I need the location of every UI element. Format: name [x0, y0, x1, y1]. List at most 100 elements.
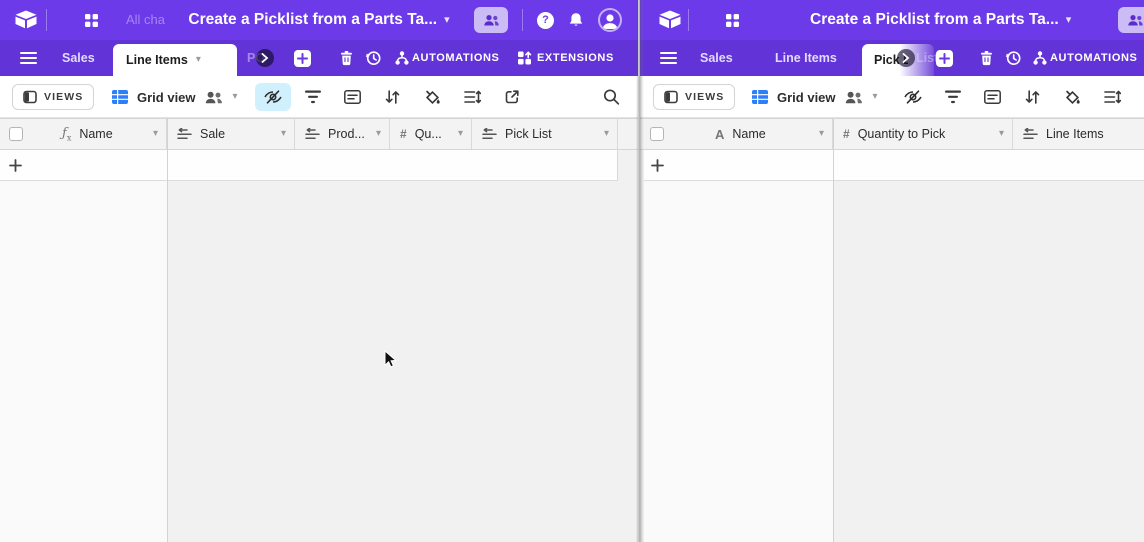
tab-line-items-active[interactable]: Line Items ▾ — [113, 44, 237, 76]
chevron-down-icon[interactable]: ▾ — [819, 129, 824, 139]
plus-icon — [939, 53, 950, 64]
column-label: Name — [79, 127, 112, 141]
chevron-down-icon[interactable]: ▾ — [999, 129, 1004, 139]
view-switcher[interactable]: Grid view ▾ — [752, 76, 878, 118]
group-icon[interactable] — [344, 76, 361, 118]
add-table-button[interactable] — [936, 40, 953, 76]
frozen-column-divider[interactable] — [167, 118, 168, 542]
column-header-name[interactable]: ƒx Name ▾ — [0, 119, 167, 149]
scroll-tabs-right-button[interactable] — [897, 49, 915, 67]
share-collaborators-button[interactable] — [1118, 7, 1144, 33]
column-header-picklist[interactable]: Pick List ▾ — [472, 119, 618, 149]
row-height-icon[interactable] — [464, 76, 481, 118]
column-header-sale[interactable]: Sale ▾ — [167, 119, 295, 149]
linked-record-icon — [482, 128, 497, 140]
grid-view-icon — [752, 90, 768, 104]
person-icon — [601, 12, 619, 30]
chevron-down-icon[interactable]: ▾ — [376, 129, 381, 139]
column-header-quantity[interactable]: # Qu... ▾ — [390, 119, 472, 149]
sort-icon[interactable] — [1025, 76, 1040, 118]
divider — [688, 9, 689, 31]
column-header-row: A Name ▾ # Quantity to Pick ▾ Line Items… — [640, 118, 1144, 150]
search-icon[interactable] — [603, 76, 620, 118]
share-collaborators-button[interactable] — [474, 7, 508, 33]
automations-label[interactable]: AUTOMATIONS — [1050, 40, 1137, 76]
chevron-down-icon[interactable]: ▾ — [196, 55, 201, 65]
group-icon[interactable] — [984, 76, 1001, 118]
chevron-down-icon: ▾ — [233, 92, 238, 102]
view-toolbar: VIEWS Grid view ▾ — [640, 76, 1144, 118]
column-header-quantity-to-pick[interactable]: # Quantity to Pick ▾ — [833, 119, 1013, 149]
base-title: Create a Picklist from a Parts Ta... — [810, 11, 1059, 29]
view-name: Grid view — [137, 90, 196, 105]
add-table-button[interactable] — [294, 40, 311, 76]
chevron-down-icon: ▾ — [873, 92, 878, 102]
automations-icon[interactable] — [1032, 40, 1048, 76]
add-record-row[interactable] — [0, 150, 618, 181]
column-header-name[interactable]: A Name ▾ — [644, 119, 833, 149]
view-switcher[interactable]: Grid view ▾ — [112, 76, 238, 118]
automations-label[interactable]: AUTOMATIONS — [412, 40, 499, 76]
column-label: Line Items — [1046, 127, 1104, 141]
user-avatar[interactable] — [598, 8, 622, 32]
chevron-down-icon[interactable]: ▾ — [281, 129, 286, 139]
views-button[interactable]: VIEWS — [12, 84, 94, 110]
history-icon[interactable] — [1005, 40, 1022, 76]
select-all-checkbox[interactable] — [9, 127, 23, 141]
side-panel-icon — [23, 90, 37, 104]
tab-label-ghost: List — [916, 40, 938, 76]
sidebar-menu-icon[interactable] — [20, 40, 37, 76]
color-icon[interactable] — [1064, 76, 1081, 118]
plus-icon — [651, 159, 664, 172]
side-panel-icon — [664, 90, 678, 104]
help-icon[interactable]: ? — [537, 12, 554, 29]
automations-icon[interactable] — [394, 40, 410, 76]
share-view-icon[interactable] — [504, 76, 520, 118]
grid-body-frozen — [0, 181, 167, 542]
notifications-bell-icon[interactable] — [568, 12, 584, 28]
tab-line-items[interactable]: Line Items — [775, 40, 837, 76]
sidebar-menu-icon[interactable] — [660, 40, 677, 76]
window-left: All cha Create a Picklist from a Parts T… — [0, 0, 638, 542]
collaborators-icon — [845, 91, 864, 104]
row-height-icon[interactable] — [1104, 76, 1121, 118]
scroll-tabs-right-button[interactable] — [256, 49, 274, 67]
app-grid-icon[interactable] — [725, 13, 740, 28]
plus-icon — [9, 159, 22, 172]
base-title-control[interactable]: Create a Picklist from a Parts Ta... ▾ — [810, 0, 1071, 40]
text-icon: A — [715, 127, 724, 142]
column-label: Qu... — [415, 127, 442, 141]
color-icon[interactable] — [424, 76, 441, 118]
collaborators-icon — [205, 91, 224, 104]
filter-icon[interactable] — [305, 76, 321, 118]
tab-label: Line Items — [126, 53, 188, 67]
airtable-logo-icon[interactable] — [658, 10, 682, 30]
frozen-column-divider[interactable] — [833, 118, 834, 542]
trash-icon[interactable] — [339, 40, 354, 76]
column-label: Sale — [200, 127, 225, 141]
select-all-checkbox[interactable] — [650, 127, 664, 141]
extensions-icon[interactable] — [517, 40, 533, 76]
tab-sales[interactable]: Sales — [700, 40, 733, 76]
history-icon[interactable] — [365, 40, 382, 76]
plus-icon — [297, 53, 308, 64]
hide-fields-button-active[interactable] — [255, 83, 291, 111]
formula-icon: ƒx — [62, 126, 71, 143]
topbar-actions — [1118, 0, 1144, 40]
chevron-down-icon[interactable]: ▾ — [458, 129, 463, 139]
add-record-row[interactable] — [644, 150, 1144, 181]
column-header-line-items[interactable]: Line Items ▾ — [1013, 119, 1144, 149]
views-button[interactable]: VIEWS — [653, 84, 735, 110]
collaborators-icon — [483, 14, 500, 27]
hide-fields-icon[interactable] — [903, 76, 923, 118]
number-icon: # — [843, 127, 850, 141]
sort-icon[interactable] — [385, 76, 400, 118]
chevron-down-icon[interactable]: ▾ — [153, 129, 158, 139]
chevron-down-icon[interactable]: ▾ — [604, 129, 609, 139]
extensions-label[interactable]: EXTENSIONS — [537, 40, 614, 76]
tab-sales[interactable]: Sales — [62, 40, 95, 76]
column-header-product[interactable]: Prod... ▾ — [295, 119, 390, 149]
trash-icon[interactable] — [979, 40, 994, 76]
filter-icon[interactable] — [945, 76, 961, 118]
window-right: Create a Picklist from a Parts Ta... ▾ S… — [640, 0, 1144, 542]
